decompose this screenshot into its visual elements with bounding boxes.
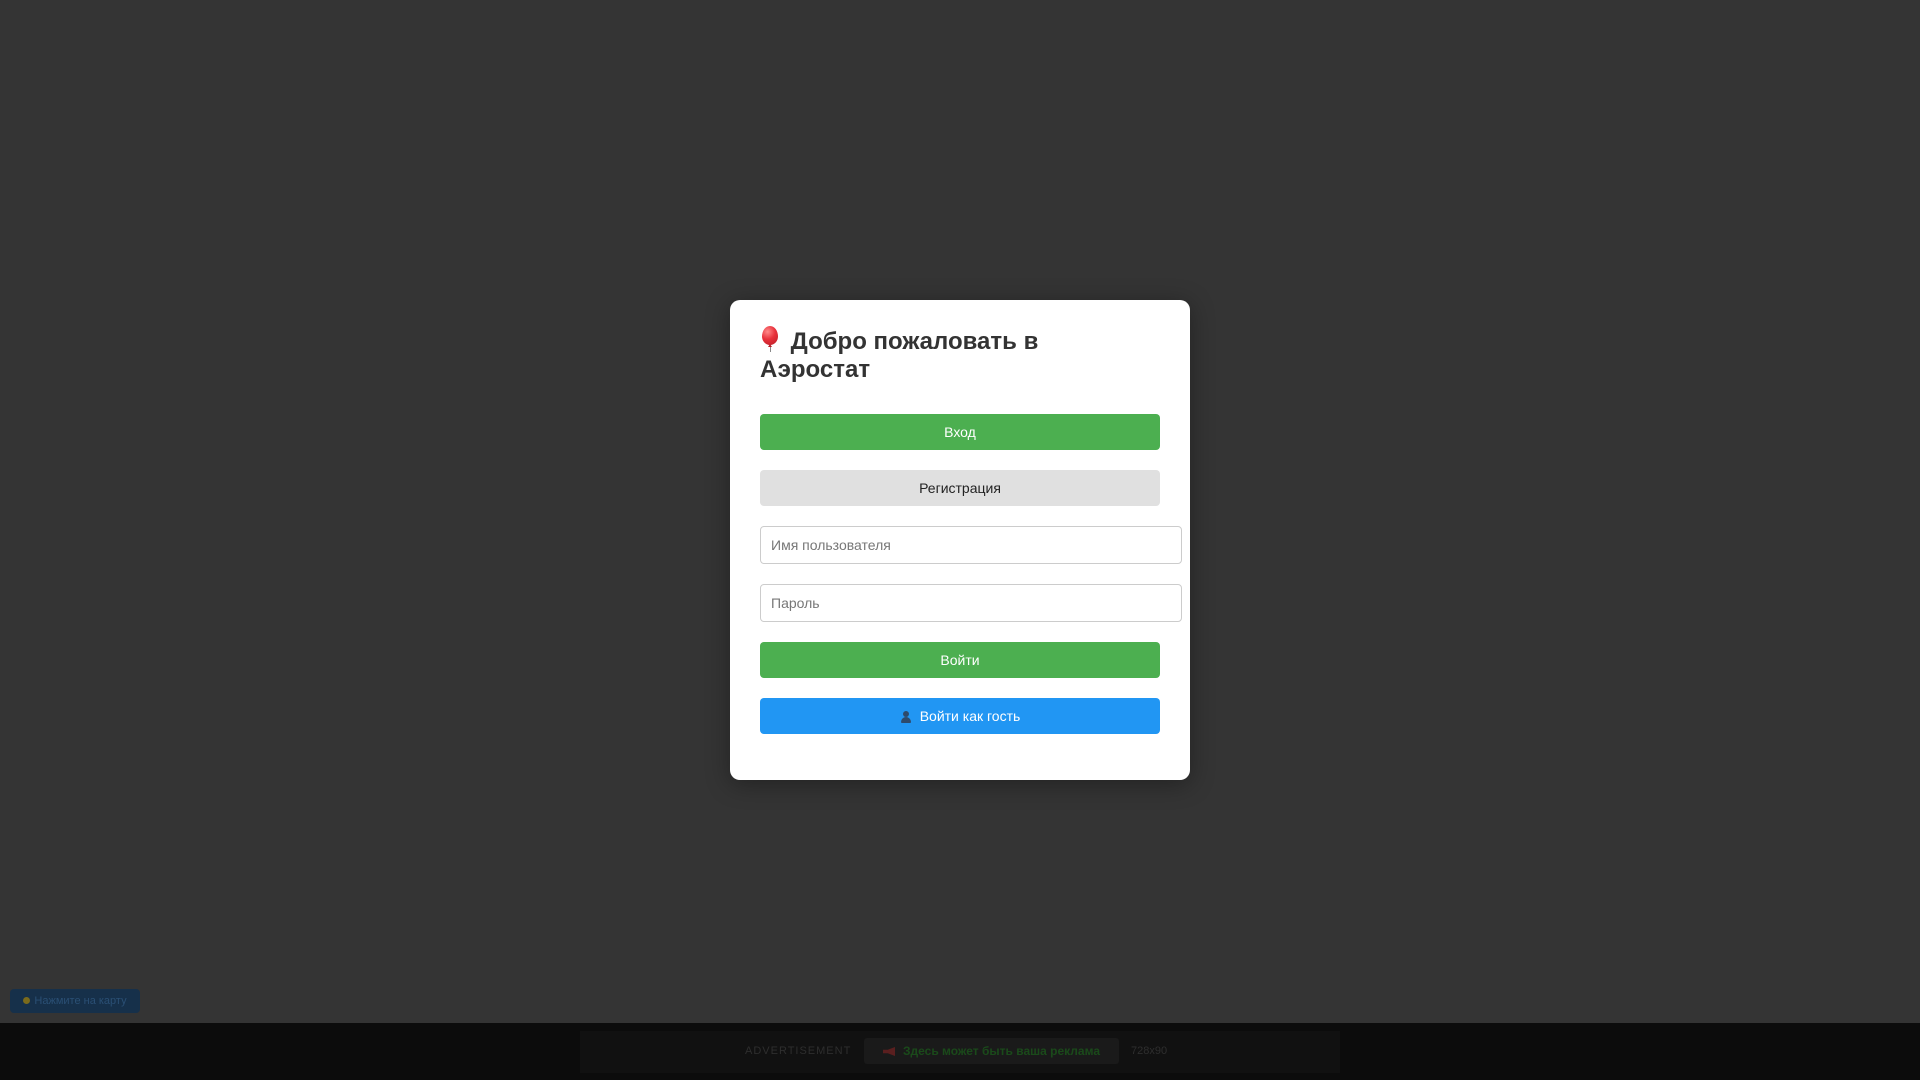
login-modal: Добро пожаловать в Аэростат Вход Регистр… xyxy=(730,300,1190,780)
app-root: Добро пожаловать в Аэростат Вход Регистр… xyxy=(0,0,1920,1080)
guest-login-button[interactable]: Войти как гость xyxy=(760,698,1160,734)
map-hint-label: Нажмите на карту xyxy=(34,995,127,1007)
register-tab-button[interactable]: Регистрация xyxy=(760,470,1160,506)
username-input[interactable] xyxy=(760,526,1182,564)
balloon-icon xyxy=(760,326,780,352)
megaphone-icon xyxy=(883,1047,895,1056)
password-input[interactable] xyxy=(760,584,1182,622)
ad-cta-label: Здесь может быть ваша реклама xyxy=(903,1044,1100,1058)
login-tab-button[interactable]: Вход xyxy=(760,414,1160,450)
guest-login-label: Войти как гость xyxy=(919,708,1021,724)
ad-size-label: 728x90 xyxy=(1131,1045,1168,1057)
modal-title-text: Добро пожаловать в Аэростат xyxy=(760,328,1039,383)
modal-title: Добро пожаловать в Аэростат xyxy=(760,326,1100,384)
ad-label: ADVERTISEMENT xyxy=(745,1045,852,1057)
submit-login-button[interactable]: Войти xyxy=(760,642,1160,678)
ad-cta-button[interactable]: Здесь может быть ваша реклама xyxy=(864,1038,1119,1064)
map-hint-button[interactable]: Нажмите на карту xyxy=(10,989,140,1013)
pin-icon xyxy=(23,997,31,1004)
user-icon xyxy=(900,711,912,723)
